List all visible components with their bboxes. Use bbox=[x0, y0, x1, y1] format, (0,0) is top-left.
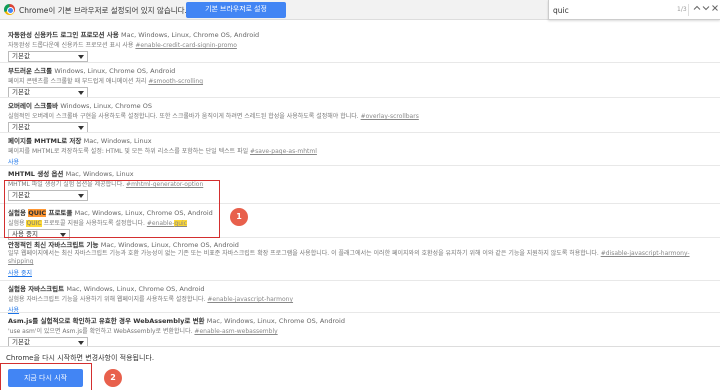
divider bbox=[0, 132, 720, 133]
find-input[interactable] bbox=[553, 4, 629, 16]
dropdown-caret-icon bbox=[78, 126, 84, 130]
flag-title: 페이지를 MHTML로 저장 Mac, Windows, Linux bbox=[8, 137, 152, 145]
flag-description: 실험적인 오버레이 스크롤바 구현을 사용하도록 설정합니다. 또한 스크롤바가… bbox=[8, 113, 419, 120]
flag-credit-card-signin-promo: 자동완성 신용카드 로그인 프로모션 사용 Mac, Windows, Linu… bbox=[8, 29, 712, 62]
divider bbox=[0, 165, 720, 166]
set-default-browser-button[interactable]: 기본 브라우저로 설정 bbox=[186, 2, 286, 18]
flag-disable-link[interactable]: 사용 중지 bbox=[8, 268, 712, 277]
find-bar: 1/3 bbox=[548, 0, 720, 20]
close-icon[interactable] bbox=[710, 4, 720, 16]
relaunch-bar: Chrome을 다시 시작하면 변경사항이 적용됩니다. 지금 다시 시작 2 bbox=[0, 346, 720, 390]
flag-description: 페이지를 MHTML로 저장하도록 설정: HTML 및 모든 하위 리소스를 … bbox=[8, 148, 317, 155]
flag-smooth-scrolling: 부드러운 스크롤 Windows, Linux, Chrome OS, Andr… bbox=[8, 65, 712, 98]
dropdown-caret-icon bbox=[78, 341, 84, 345]
flag-select[interactable]: 기본값 bbox=[8, 51, 88, 62]
flag-title: 부드러운 스크롤 Windows, Linux, Chrome OS, Andr… bbox=[8, 67, 176, 75]
flag-title: 오버레이 스크롤바 Windows, Linux, Chrome OS bbox=[8, 102, 152, 110]
annotation-box-1 bbox=[4, 180, 220, 238]
find-separator bbox=[688, 4, 689, 16]
flag-description: 일부 웹페이지에서는 최신 자바스크립트 기능과 호환 가능성이 없는 기존 또… bbox=[8, 250, 690, 265]
flag-overlay-scrollbars: 오버레이 스크롤바 Windows, Linux, Chrome OS 실험적인… bbox=[8, 100, 712, 133]
flag-title: 자동완성 신용카드 로그인 프로모션 사용 Mac, Windows, Linu… bbox=[8, 31, 260, 39]
relaunch-now-button[interactable]: 지금 다시 시작 bbox=[8, 369, 83, 387]
flag-title: 안정적인 최신 자바스크립트 기능 Mac, Windows, Linux, C… bbox=[8, 241, 239, 249]
divider bbox=[0, 312, 720, 313]
flag-save-page-as-mhtml: 페이지를 MHTML로 저장 Mac, Windows, Linux 페이지를 … bbox=[8, 135, 712, 166]
flag-javascript-harmony-shipping: 안정적인 최신 자바스크립트 기능 Mac, Windows, Linux, C… bbox=[8, 239, 712, 277]
chrome-logo-icon bbox=[4, 4, 15, 15]
divider bbox=[0, 97, 720, 98]
flag-title: 실험용 자바스크립트 Mac, Windows, Linux, Chrome O… bbox=[8, 285, 205, 293]
flag-asm-webassembly: Asm.js를 실험적으로 확인하고 유효한 경우 WebAssembly로 변… bbox=[8, 315, 712, 348]
flag-description: 실험용 자바스크립트 기능을 사용하기 위해 웹페이지를 사용하도록 설정합니다… bbox=[8, 296, 294, 303]
flag-javascript-harmony: 실험용 자바스크립트 Mac, Windows, Linux, Chrome O… bbox=[8, 283, 712, 314]
relaunch-message: Chrome을 다시 시작하면 변경사항이 적용됩니다. bbox=[6, 354, 155, 362]
flag-description: 자동완성 드롭다운에 신용카드 프로모션 표시 사용 #enable-credi… bbox=[8, 42, 237, 49]
annotation-badge-1: 1 bbox=[230, 208, 248, 226]
flag-title: Asm.js를 실험적으로 확인하고 유효한 경우 WebAssembly로 변… bbox=[8, 317, 345, 325]
dropdown-caret-icon bbox=[78, 91, 84, 95]
dropdown-caret-icon bbox=[78, 55, 84, 59]
annotation-badge-2: 2 bbox=[104, 369, 122, 387]
divider bbox=[0, 280, 720, 281]
find-match-count: 1/3 bbox=[677, 6, 687, 13]
infobar-message: Chrome이 기본 브라우저로 설정되어 있지 않습니다. bbox=[19, 6, 187, 15]
flag-description: 페이지 콘텐츠를 스크롤할 때 부드럽게 애니메이션 처리 #smooth-sc… bbox=[8, 78, 204, 85]
flag-description: 'use asm'이 있으면 Asm.js를 확인하고 WebAssembly로… bbox=[8, 328, 278, 335]
flag-title: MHTML 생성 옵션 Mac, Windows, Linux bbox=[8, 170, 134, 178]
divider bbox=[0, 62, 720, 63]
